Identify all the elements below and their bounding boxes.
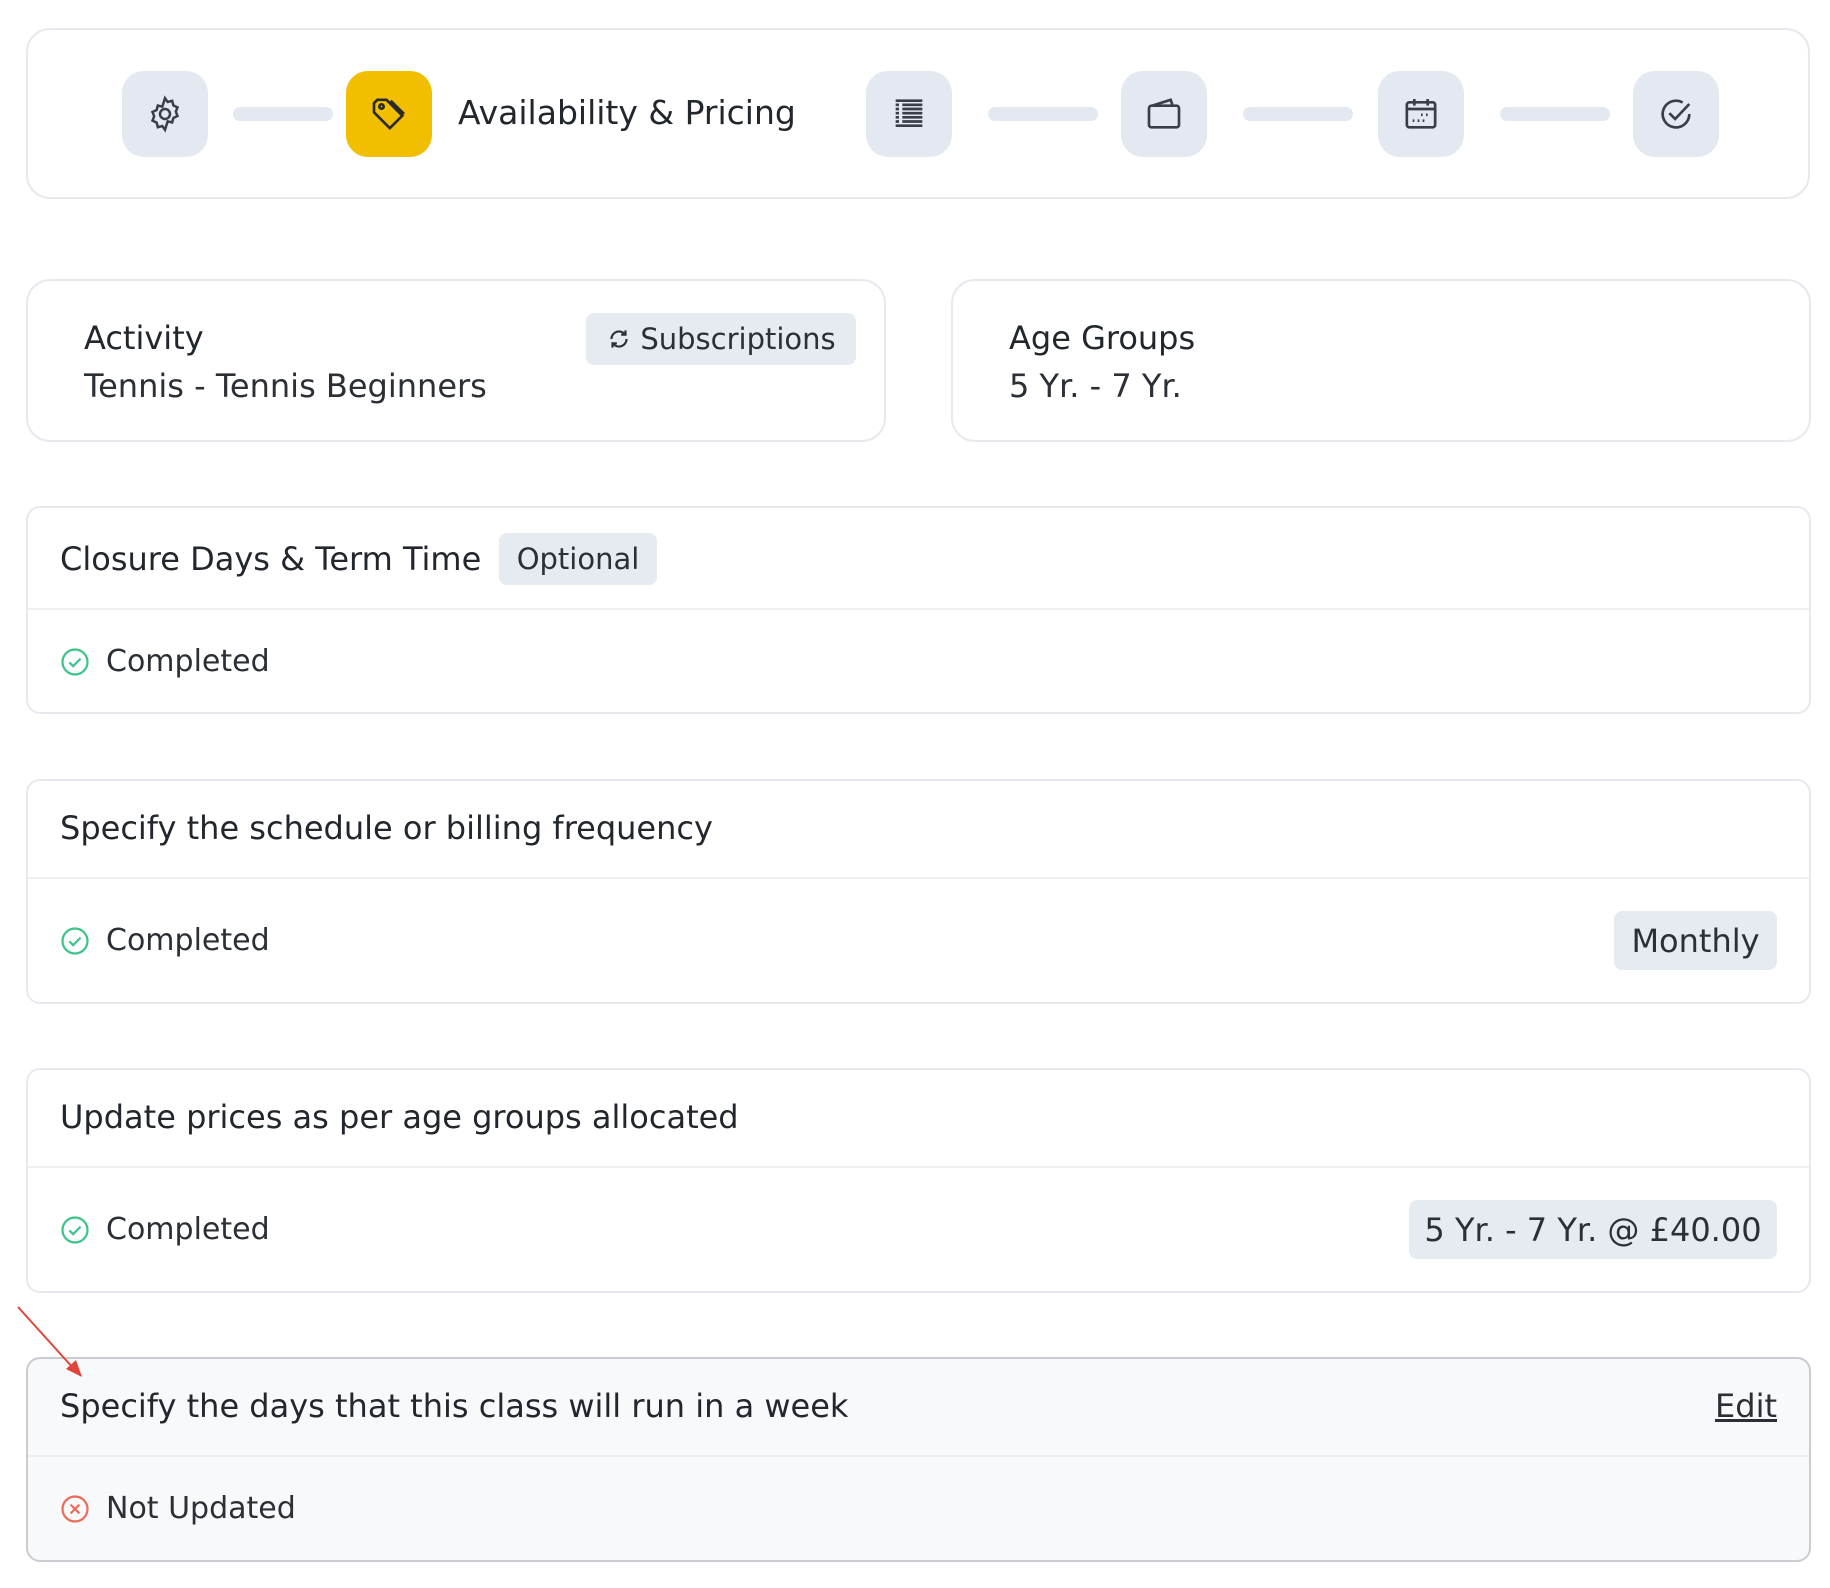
step-connector xyxy=(1243,107,1353,121)
annotation-arrow xyxy=(17,1306,82,1377)
list-icon xyxy=(895,99,923,127)
section-header: Specify the schedule or billing frequenc… xyxy=(28,781,1809,879)
status-text: Completed xyxy=(106,644,270,679)
section-header: Closure Days & Term Time Optional xyxy=(28,508,1809,610)
schedule-section: Specify the schedule or billing frequenc… xyxy=(26,779,1811,1004)
step-review[interactable] xyxy=(1633,71,1719,157)
section-title: Update prices as per age groups allocate… xyxy=(60,1098,739,1136)
check-circle-icon xyxy=(61,647,89,676)
step-details[interactable] xyxy=(866,71,952,157)
price-tag-icon xyxy=(372,98,405,131)
step-availability-pricing[interactable] xyxy=(346,71,432,157)
status-text: Completed xyxy=(106,1212,270,1247)
section-title: Specify the schedule or billing frequenc… xyxy=(60,809,713,847)
age-groups-card: Age Groups 5 Yr. - 7 Yr. xyxy=(951,279,1811,442)
activity-value: Tennis - Tennis Beginners xyxy=(84,367,487,405)
status-text: Completed xyxy=(106,923,270,958)
billing-frequency-value: Monthly xyxy=(1614,911,1777,970)
edit-link[interactable]: Edit xyxy=(1715,1385,1777,1427)
run-days-section: Specify the days that this class will ru… xyxy=(26,1357,1811,1562)
refresh-icon xyxy=(610,330,629,348)
wallet-icon xyxy=(1147,98,1181,129)
calendar-icon xyxy=(1405,99,1437,129)
step-payment[interactable] xyxy=(1121,71,1207,157)
x-circle-icon xyxy=(61,1494,89,1523)
progress-stepper: Availability & Pricing xyxy=(26,28,1810,199)
status-completed: Completed xyxy=(60,923,270,958)
activity-card: Activity Tennis - Tennis Beginners Subsc… xyxy=(26,279,886,442)
prices-section: Update prices as per age groups allocate… xyxy=(26,1068,1811,1293)
step-connector xyxy=(988,107,1098,121)
section-title: Closure Days & Term Time xyxy=(60,540,482,578)
check-circle-icon xyxy=(1661,99,1691,129)
subscriptions-badge-label: Subscriptions xyxy=(640,322,836,356)
step-connector xyxy=(233,107,333,121)
age-groups-value: 5 Yr. - 7 Yr. xyxy=(1009,367,1182,405)
status-completed: Completed xyxy=(60,1212,270,1247)
step-settings[interactable] xyxy=(122,71,208,157)
status-completed: Completed xyxy=(60,644,270,679)
section-header: Update prices as per age groups allocate… xyxy=(28,1070,1809,1168)
active-step-label: Availability & Pricing xyxy=(458,93,796,132)
step-schedule[interactable] xyxy=(1378,71,1464,157)
status-text: Not Updated xyxy=(106,1491,296,1526)
closure-days-section: Closure Days & Term Time Optional Comple… xyxy=(26,506,1811,714)
optional-tag: Optional xyxy=(499,533,657,585)
check-circle-icon xyxy=(61,1215,89,1244)
step-connector xyxy=(1500,107,1610,121)
section-title: Specify the days that this class will ru… xyxy=(60,1387,849,1425)
subscriptions-badge: Subscriptions xyxy=(586,313,856,365)
gear-icon xyxy=(150,95,180,133)
activity-title: Activity xyxy=(84,319,204,357)
check-circle-icon xyxy=(61,926,89,955)
section-header: Specify the days that this class will ru… xyxy=(28,1359,1809,1457)
age-group-price-value: 5 Yr. - 7 Yr. @ £40.00 xyxy=(1409,1200,1777,1259)
status-not-updated: Not Updated xyxy=(60,1491,296,1526)
age-groups-title: Age Groups xyxy=(1009,319,1196,357)
